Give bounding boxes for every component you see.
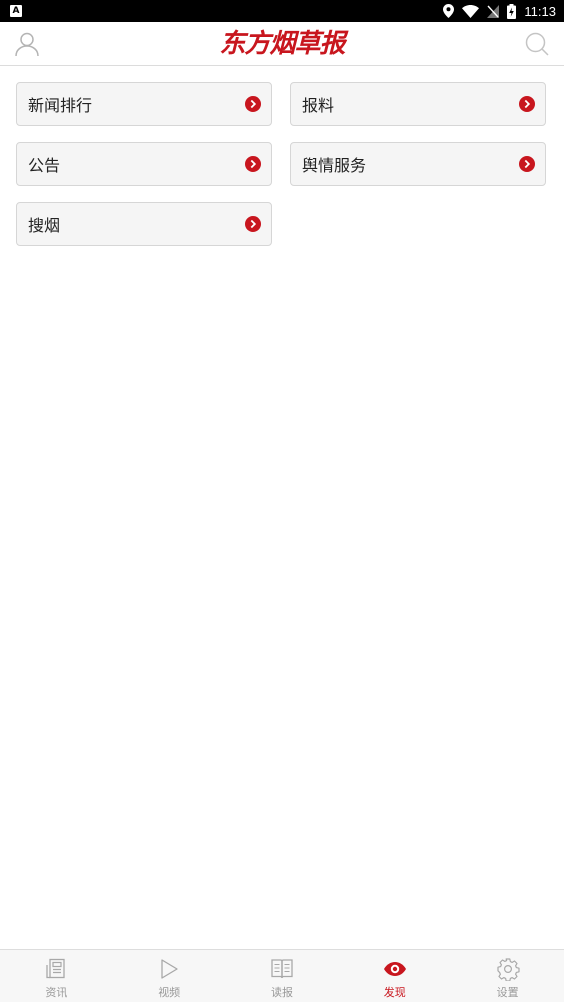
wifi-icon [462,4,480,18]
notification-a-icon: A [10,5,22,17]
status-left: A [10,5,22,17]
user-icon[interactable] [14,31,40,57]
tab-label: 资讯 [45,986,68,999]
gear-icon [496,958,520,981]
item-announcement[interactable]: 公告 [16,142,272,186]
item-news-ranking[interactable]: 新闻排行 [16,82,272,126]
chevron-right-circle-icon [519,156,535,172]
tab-label: 发现 [383,986,406,999]
item-report-tip[interactable]: 报料 [290,82,546,126]
item-label: 公告 [28,156,61,175]
item-public-opinion-service[interactable]: 舆情服务 [290,142,546,186]
status-bar: A 11:13 [0,0,564,22]
no-sim-icon [487,4,500,18]
location-icon [443,4,455,18]
search-icon[interactable] [524,31,550,57]
tab-read-paper[interactable]: 读报 [226,950,339,1002]
tab-discover[interactable]: 发现 [338,950,451,1002]
status-time: 11:13 [524,3,556,19]
play-icon [161,959,178,979]
bottom-tab-bar: 资讯 视频 读报 发现 设置 [0,949,564,1002]
app-screen: A 11:13 东方烟草报 新闻排行 报料 公告 舆情服务 搜烟 资讯 视频 读… [0,0,564,1002]
tab-settings[interactable]: 设置 [451,950,564,1002]
tab-news[interactable]: 资讯 [0,950,113,1002]
eye-icon [383,962,406,976]
item-label: 搜烟 [28,216,61,235]
chevron-right-circle-icon [519,96,535,112]
tab-label: 读报 [270,986,293,999]
app-logo: 东方烟草报 [219,29,345,59]
tab-video[interactable]: 视频 [113,950,226,1002]
tab-label: 设置 [496,986,519,999]
battery-icon [507,3,517,19]
item-label: 舆情服务 [302,156,367,175]
discover-grid: 新闻排行 报料 公告 舆情服务 搜烟 [16,82,546,246]
item-search-tobacco[interactable]: 搜烟 [16,202,272,246]
news-icon [46,958,66,979]
item-label: 报料 [302,96,335,115]
item-label: 新闻排行 [28,96,93,115]
app-header: 东方烟草报 [0,22,564,66]
chevron-right-circle-icon [245,96,261,112]
book-icon [271,959,293,979]
status-right: 11:13 [443,3,556,19]
chevron-right-circle-icon [245,156,261,172]
tab-label: 视频 [158,986,181,999]
chevron-right-circle-icon [245,216,261,232]
